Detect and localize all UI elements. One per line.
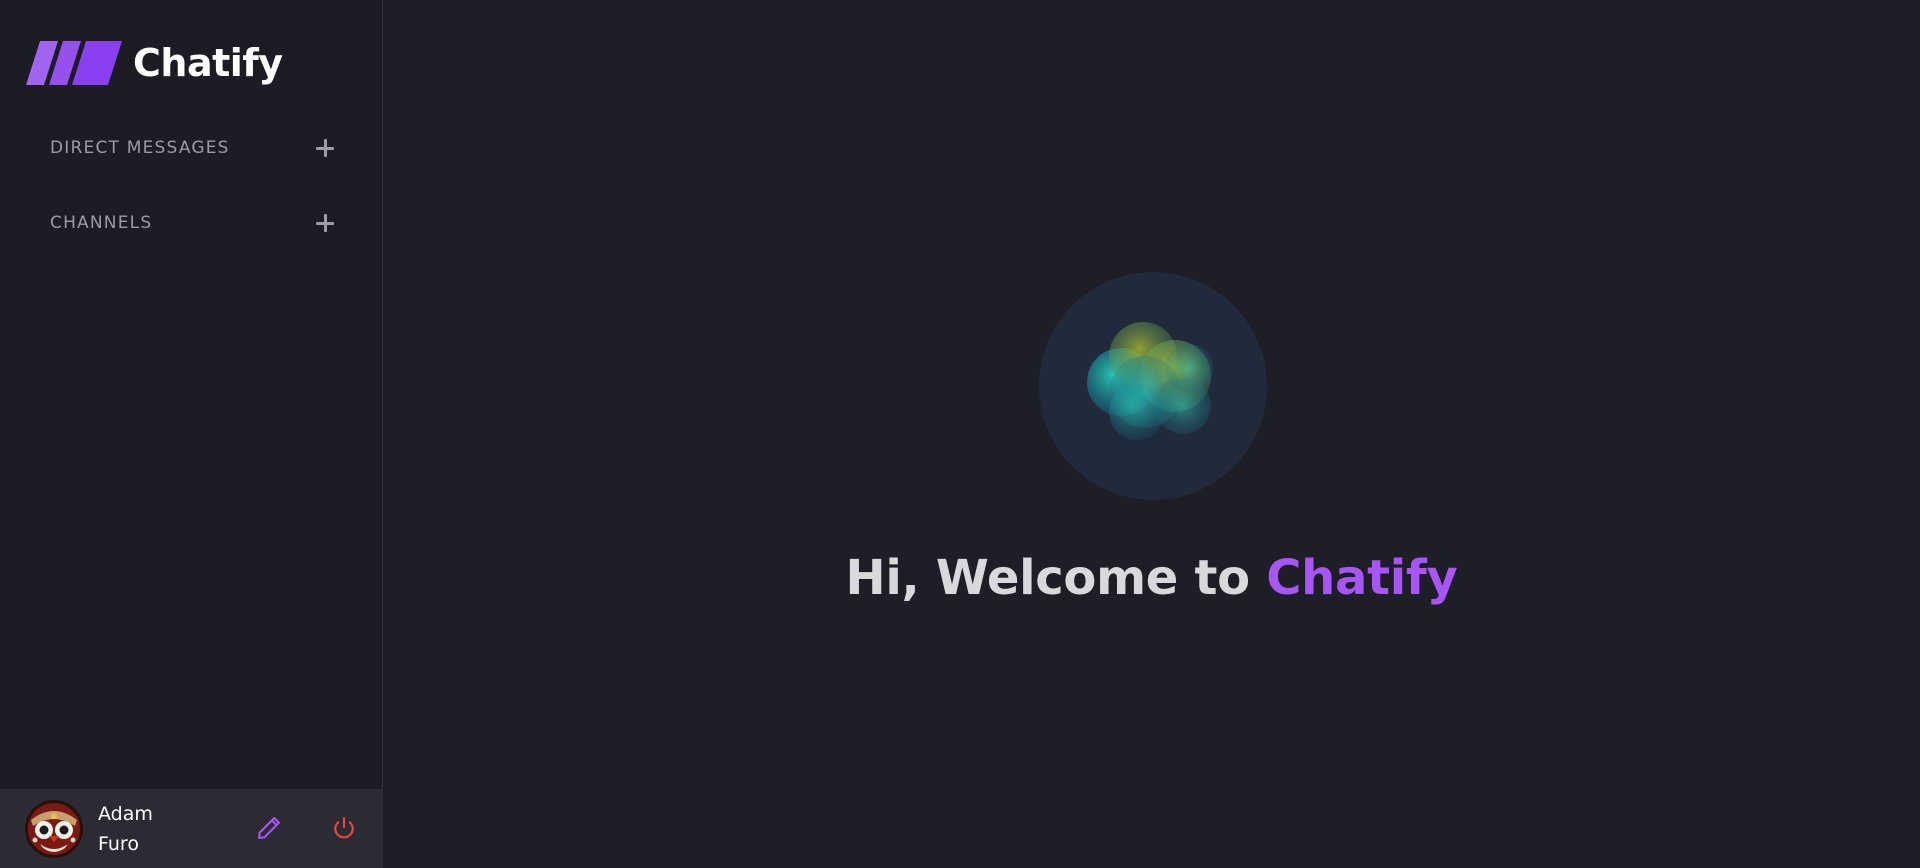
app-root: Chatify DIRECT MESSAGES CHANNELS Adam Fu…: [0, 0, 1920, 868]
app-name: Chatify: [133, 41, 283, 85]
logo[interactable]: Chatify: [26, 38, 283, 88]
add-direct-message-button[interactable]: [314, 137, 336, 159]
welcome-prefix: Hi, Welcome to: [845, 550, 1267, 606]
logo-stripes-icon: [26, 41, 122, 85]
channels-section: CHANNELS: [50, 208, 336, 238]
direct-messages-label: DIRECT MESSAGES: [50, 138, 230, 158]
mask-avatar-image: [25, 799, 83, 858]
user-profile-bar: Adam Furo: [0, 789, 383, 868]
user-name: Adam Furo: [98, 799, 188, 859]
main-content: Hi, Welcome to Chatify: [383, 0, 1920, 868]
direct-messages-section: DIRECT MESSAGES: [50, 133, 336, 163]
logout-button[interactable]: [329, 813, 359, 843]
add-channel-button[interactable]: [314, 212, 336, 234]
welcome-animation: [1039, 272, 1267, 500]
pencil-icon: [258, 817, 280, 839]
orb-animation-icon: [1087, 322, 1213, 440]
power-icon: [334, 817, 354, 839]
channels-label: CHANNELS: [50, 213, 153, 233]
edit-profile-button[interactable]: [254, 813, 284, 843]
welcome-brand: Chatify: [1266, 550, 1458, 606]
avatar[interactable]: [25, 799, 83, 858]
sidebar: Chatify DIRECT MESSAGES CHANNELS Adam Fu…: [0, 0, 383, 868]
user-last-name: Furo: [98, 832, 139, 855]
user-first-name: Adam: [98, 802, 153, 825]
welcome-heading: Hi, Welcome to Chatify: [383, 550, 1920, 606]
